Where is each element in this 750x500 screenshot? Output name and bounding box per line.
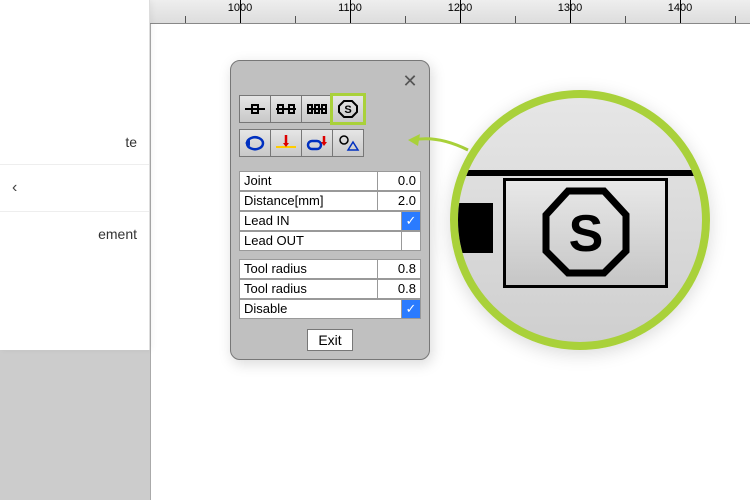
cycle-icon [243, 133, 267, 153]
toolradius-exit-input[interactable]: 0.8 [377, 279, 421, 299]
chevron-right-icon: › [12, 179, 17, 197]
leadin-red-icon [274, 133, 298, 153]
joint-node-single-button[interactable] [239, 95, 271, 123]
stop-s-icon: S [536, 183, 636, 283]
left-sidebar: te › ement [0, 0, 150, 350]
check-icon: ✓ [406, 213, 417, 229]
leadin-checkbox[interactable]: ✓ [401, 211, 421, 231]
joint-value-input[interactable]: 0.0 [377, 171, 421, 191]
distance-label: Distance[mm] [239, 191, 377, 211]
leadout-button[interactable] [301, 129, 333, 157]
check-icon: ✓ [406, 301, 417, 317]
stop-s-icon: S [336, 99, 360, 119]
joint-node-span-button[interactable] [301, 95, 333, 123]
zoom-callout: S [450, 90, 710, 350]
toolradius-lead-label: Tool radius [239, 259, 377, 279]
sidebar-item-label: ement [98, 226, 137, 242]
node-double-icon [274, 99, 298, 119]
zoomed-stop-s-button: S [503, 178, 668, 288]
leadout-blue-icon [305, 133, 329, 153]
leadin-button[interactable] [270, 129, 302, 157]
lead-form: Joint 0.0 Distance[mm] 2.0 Lead IN ✓ Lea… [239, 171, 421, 319]
sidebar-item[interactable]: te [0, 120, 149, 164]
joint-node-double-button[interactable] [270, 95, 302, 123]
shape-circle-triangle-icon [336, 133, 360, 153]
disable-checkbox[interactable]: ✓ [401, 299, 421, 319]
leadout-checkbox[interactable] [401, 231, 421, 251]
disable-label: Disable [239, 299, 401, 319]
leadtype-toolbar [239, 129, 421, 157]
stop-s-button[interactable]: S [332, 95, 364, 123]
exit-button[interactable]: Exit [307, 329, 352, 351]
node-span-icon [305, 99, 329, 119]
svg-text:S: S [344, 104, 351, 116]
sidebar-item[interactable]: › [0, 164, 149, 211]
joint-label: Joint [239, 171, 377, 191]
cycle-button[interactable] [239, 129, 271, 157]
node-single-icon [243, 99, 267, 119]
toolradius-lead-input[interactable]: 0.8 [377, 259, 421, 279]
svg-text:S: S [568, 205, 603, 263]
sidebar-item[interactable]: ement [0, 211, 149, 256]
distance-value-input[interactable]: 2.0 [377, 191, 421, 211]
joint-type-toolbar: S [239, 95, 421, 123]
sidebar-item-label: te [125, 134, 137, 150]
leadout-label: Lead OUT [239, 231, 401, 251]
toolradius-exit-label: Tool radius [239, 279, 377, 299]
close-button[interactable]: ✕ [399, 70, 421, 92]
leadin-label: Lead IN [239, 211, 401, 231]
shape-button[interactable] [332, 129, 364, 157]
lead-dialog: ✕ S [230, 60, 430, 360]
canvas-ruler: 1000 1100 1200 1300 1400 [150, 0, 750, 24]
close-icon: ✕ [402, 71, 417, 92]
